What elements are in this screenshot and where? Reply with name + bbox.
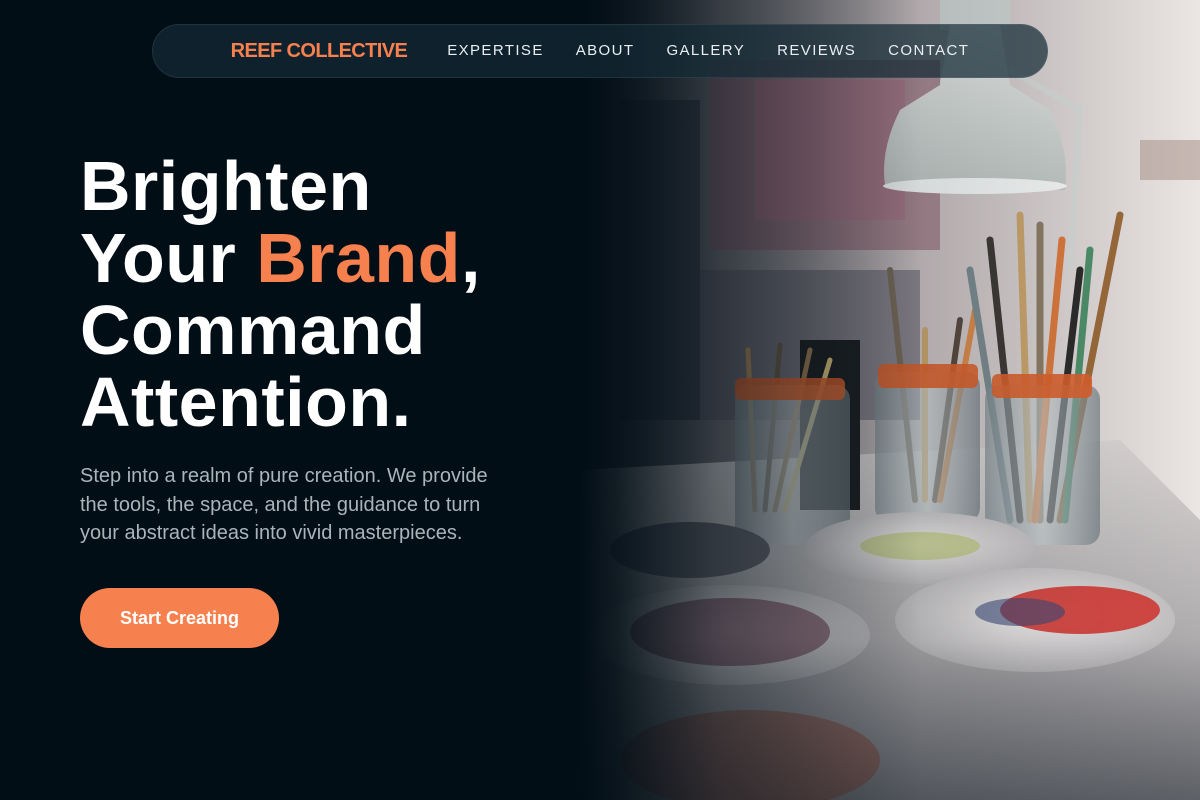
nav-item-about: ABOUT [576, 42, 635, 60]
nav-item-contact: CONTACT [888, 42, 969, 60]
nav-link-gallery[interactable]: GALLERY [666, 42, 745, 59]
nav-item-expertise: EXPERTISE [447, 42, 544, 60]
nav-link-contact[interactable]: CONTACT [888, 42, 969, 59]
hero-section: Brighten Your Brand, Command Attention. … [80, 150, 550, 548]
nav-link-reviews[interactable]: REVIEWS [777, 42, 856, 59]
hero-subtext: Step into a realm of pure creation. We p… [80, 465, 488, 544]
top-navbar: REEF COLLECTIVE EXPERTISE ABOUT GALLERY … [152, 24, 1048, 78]
hero-background-image [580, 0, 1200, 800]
nav-item-reviews: REVIEWS [777, 42, 856, 60]
headline-line-4: Attention. [80, 363, 412, 441]
headline-line-2-suffix: , [460, 219, 481, 297]
nav-link-expertise[interactable]: EXPERTISE [447, 42, 544, 59]
nav-link-about[interactable]: ABOUT [576, 42, 635, 59]
brand-logo-link[interactable]: REEF COLLECTIVE [231, 40, 408, 63]
headline-accent-word: Brand [256, 219, 461, 297]
start-creating-button[interactable]: Start Creating [80, 588, 279, 648]
headline-line-3: Command [80, 291, 426, 369]
hero-headline: Brighten Your Brand, Command Attention. [80, 150, 550, 438]
headline-line-1: Brighten [80, 147, 372, 225]
nav-links: EXPERTISE ABOUT GALLERY REVIEWS CONTACT [447, 42, 969, 60]
headline-line-2-prefix: Your [80, 219, 257, 297]
nav-item-gallery: GALLERY [666, 42, 745, 60]
